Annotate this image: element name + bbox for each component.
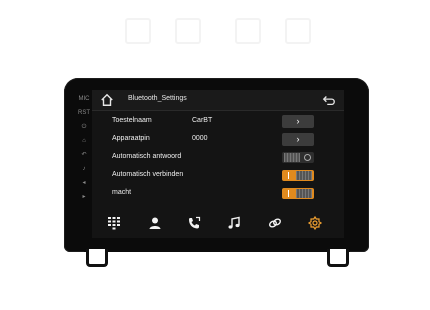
setting-label: Automatisch verbinden bbox=[112, 171, 184, 178]
music-icon[interactable] bbox=[225, 214, 243, 232]
auto-connect-toggle[interactable] bbox=[282, 170, 314, 181]
toggle-on-mark bbox=[288, 172, 289, 179]
mic-label: MIC bbox=[78, 96, 90, 102]
home-key[interactable]: ⌂ bbox=[76, 134, 92, 148]
home-icon[interactable] bbox=[100, 93, 114, 107]
edit-device-name-button[interactable]: › bbox=[282, 115, 314, 128]
reset-key[interactable]: RST bbox=[76, 106, 92, 120]
link-icon[interactable] bbox=[266, 214, 284, 232]
outline-shape bbox=[285, 18, 311, 44]
toggle-knob bbox=[296, 171, 312, 180]
dialpad-icon[interactable] bbox=[105, 214, 123, 232]
back-icon[interactable] bbox=[322, 93, 336, 107]
power-toggle[interactable] bbox=[282, 188, 314, 199]
screen: Bluetooth_Settings Toestelnaam CarBT › A… bbox=[92, 90, 344, 238]
setting-row-auto-connect: Automatisch verbinden bbox=[92, 167, 344, 185]
title-bar: Bluetooth_Settings bbox=[92, 90, 344, 111]
mount-bracket-left bbox=[86, 249, 108, 267]
setting-label: macht bbox=[112, 189, 132, 196]
mount-bracket-right bbox=[327, 249, 349, 267]
volume-key[interactable]: ♪ bbox=[76, 162, 92, 176]
toggle-on-mark bbox=[288, 190, 289, 197]
setting-label: Automatisch antwoord bbox=[112, 153, 182, 160]
toggle-knob bbox=[284, 153, 300, 162]
bluetooth-settings-icon[interactable] bbox=[306, 214, 324, 232]
setting-row-device-pin: Apparaatpin 0000 › bbox=[92, 131, 344, 149]
page-title: Bluetooth_Settings bbox=[128, 95, 187, 102]
edit-pin-button[interactable]: › bbox=[282, 133, 314, 146]
setting-row-auto-answer: Automatisch antwoord bbox=[92, 149, 344, 167]
auto-answer-toggle[interactable] bbox=[282, 152, 314, 163]
setting-row-power: macht bbox=[92, 185, 344, 203]
bottom-dock bbox=[92, 208, 344, 238]
setting-row-device-name: Toestelnaam CarBT › bbox=[92, 113, 344, 131]
outline-shape bbox=[175, 18, 201, 44]
toggle-knob bbox=[296, 189, 312, 198]
power-key[interactable]: ⏻ bbox=[76, 120, 92, 134]
back-key[interactable]: ↶ bbox=[76, 148, 92, 162]
outline-shape bbox=[125, 18, 151, 44]
setting-label: Toestelnaam bbox=[112, 117, 152, 124]
call-log-icon[interactable] bbox=[185, 214, 203, 232]
volume-down-key[interactable]: ◂ bbox=[76, 176, 92, 190]
settings-list: Toestelnaam CarBT › Apparaatpin 0000 › A… bbox=[92, 113, 344, 203]
toggle-off-mark bbox=[304, 154, 311, 161]
setting-value: CarBT bbox=[192, 117, 213, 124]
setting-label: Apparaatpin bbox=[112, 135, 150, 142]
contacts-icon[interactable] bbox=[146, 214, 164, 232]
setting-value: 0000 bbox=[192, 135, 208, 142]
packaging-outline bbox=[115, 18, 325, 48]
side-key-strip: MIC RST ⏻ ⌂ ↶ ♪ ◂ ▸ bbox=[76, 92, 92, 202]
bezel-bottom bbox=[84, 240, 350, 252]
volume-up-key[interactable]: ▸ bbox=[76, 190, 92, 204]
outline-shape bbox=[235, 18, 261, 44]
